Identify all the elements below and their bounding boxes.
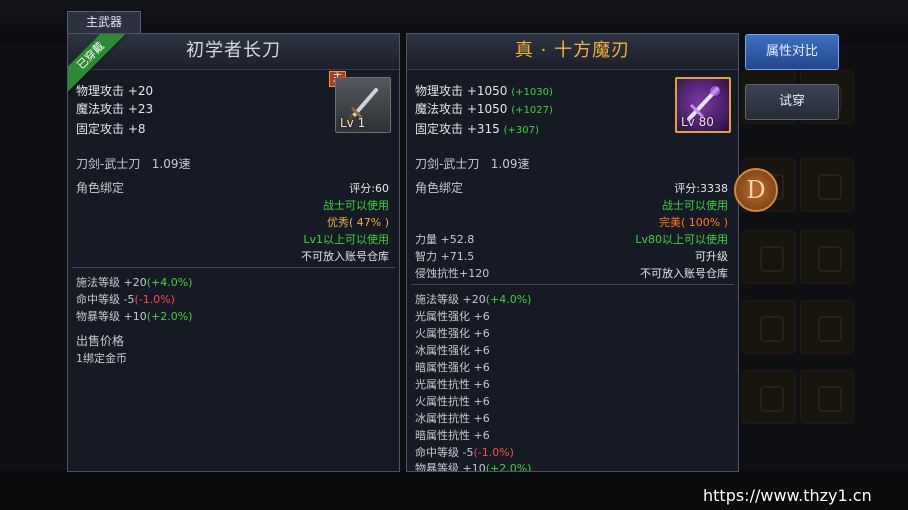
weapon-type: 刀剑-武士刀 1.09速 [415, 155, 530, 172]
item-level-label: Lv 1 [340, 116, 366, 130]
watermark-text: https://www.thzy1.cn [703, 486, 872, 505]
extra-stat-row: 暗属性抗性 +6 [415, 429, 490, 442]
item-score: 评分:60 [349, 182, 389, 195]
level-requirement: Lv80以上可以使用 [635, 233, 728, 246]
extra-stat-row: 火属性抗性 +6 [415, 395, 490, 408]
level-requirement: Lv1以上可以使用 [303, 233, 389, 246]
item-quality: 完美( 100% ) [658, 216, 728, 229]
extra-stat-row: 冰属性抗性 +6 [415, 412, 490, 425]
extra-stat-row: 施法等级 +20(+4.0%) [76, 276, 193, 289]
weapon-type-label: 刀剑-武士刀 [76, 157, 141, 171]
upgradable-label: 可升级 [695, 250, 728, 263]
item-score: 评分:3338 [674, 182, 728, 195]
sell-price-label: 出售价格 [76, 334, 125, 348]
attack-speed: 1.09速 [490, 157, 530, 171]
weapon-type: 刀剑-武士刀 1.09速 [76, 155, 191, 172]
storage-restriction: 不可放入账号仓库 [640, 267, 728, 280]
extra-stat-row: 命中等级 -5(-1.0%) [76, 293, 175, 306]
extra-stat-row: 火属性强化 +6 [415, 327, 490, 340]
item-quality: 优秀( 47% ) [326, 216, 389, 229]
demon-blade-icon[interactable]: Lv 80 [675, 77, 731, 133]
extra-stat-row: 物暴等级 +10(+2.0%) [415, 462, 532, 472]
stat-corrosion-resist: 侵蚀抗性+120 [415, 267, 490, 280]
attack-speed: 1.09速 [151, 157, 191, 171]
compare-attributes-button[interactable]: 属性对比 [745, 34, 839, 70]
stat-intellect: 智力 +71.5 [415, 250, 475, 263]
d-badge-icon[interactable]: D [734, 168, 778, 212]
stat-strength: 力量 +52.8 [415, 233, 475, 246]
bind-status: 角色绑定 [76, 181, 125, 195]
stat-physical-attack: 物理攻击 +20 [76, 84, 154, 98]
stat-magic-attack: 魔法攻击 +1050 (+1027) [415, 102, 553, 116]
extra-stat-row: 冰属性强化 +6 [415, 344, 490, 357]
class-requirement: 战士可以使用 [662, 199, 728, 212]
storage-restriction: 不可放入账号仓库 [301, 250, 389, 263]
extra-stat-row: 光属性抗性 +6 [415, 378, 490, 391]
stat-magic-attack: 魔法攻击 +23 [76, 102, 154, 116]
divider [72, 267, 395, 268]
compared-item-panel: 真 · 十方魔刃 Lv 80 物理攻击 +1050 (+1030) 魔法攻击 +… [406, 33, 739, 472]
equipped-item-panel: 已穿戴 初学者长刀 主 Lv 1 物理攻击 +20 魔法攻击 +23 固定攻击 … [67, 33, 400, 472]
sell-price-value: 1绑定金币 [76, 352, 127, 365]
stat-physical-attack: 物理攻击 +1050 (+1030) [415, 84, 553, 98]
extra-stat-row: 物暴等级 +10(+2.0%) [76, 310, 193, 323]
extra-stat-row: 光属性强化 +6 [415, 310, 490, 323]
try-on-button[interactable]: 试穿 [745, 84, 839, 120]
bind-status: 角色绑定 [415, 181, 464, 195]
divider [411, 284, 734, 285]
main-weapon-tab[interactable]: 主武器 [67, 11, 141, 33]
extra-stat-row: 施法等级 +20(+4.0%) [415, 293, 532, 306]
extra-stat-row: 命中等级 -5(-1.0%) [415, 446, 514, 459]
stat-fixed-attack: 固定攻击 +8 [76, 122, 146, 136]
sword-icon[interactable]: Lv 1 [335, 77, 391, 133]
item-level-label: Lv 80 [681, 115, 714, 129]
extra-stat-row: 暗属性强化 +6 [415, 361, 490, 374]
class-requirement: 战士可以使用 [323, 199, 389, 212]
weapon-type-label: 刀剑-武士刀 [415, 157, 480, 171]
stat-fixed-attack: 固定攻击 +315 (+307) [415, 122, 539, 136]
compared-item-title: 真 · 十方魔刃 [407, 34, 738, 70]
